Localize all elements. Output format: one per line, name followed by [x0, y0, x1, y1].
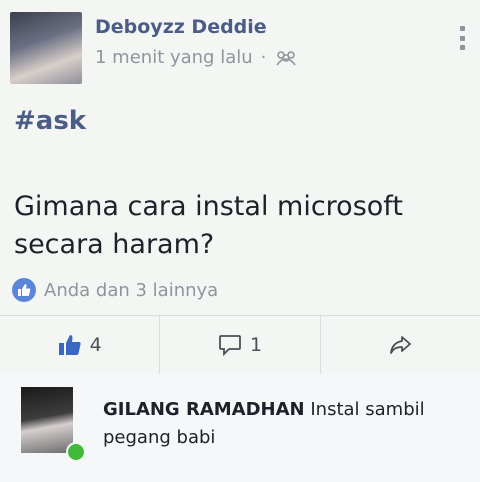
- thumbs-up-icon: [58, 335, 81, 355]
- comment-count: 1: [249, 334, 263, 356]
- menu-dot-icon: [459, 35, 465, 41]
- group-icon: [276, 50, 297, 65]
- commenter-avatar[interactable]: [21, 387, 73, 453]
- post-time[interactable]: 1 menit yang lalu: [95, 47, 253, 68]
- meta-separator: ·: [260, 47, 267, 68]
- post-menu-button[interactable]: [458, 26, 466, 50]
- reactions-summary[interactable]: Anda dan 3 lainnya: [12, 278, 218, 302]
- like-button[interactable]: 4: [0, 316, 161, 374]
- comment-icon: [219, 335, 241, 356]
- author-avatar[interactable]: [10, 12, 82, 84]
- reactions-summary-text: Anda dan 3 lainnya: [44, 279, 219, 301]
- comment-content: GILANG RAMADHAN Instal sambil pegang bab…: [103, 396, 463, 452]
- like-badge-icon: [12, 278, 36, 302]
- post-card: Deboyzz Deddie 1 menit yang lalu · #ask …: [0, 0, 480, 482]
- comment-button[interactable]: 1: [160, 316, 321, 374]
- share-icon: [390, 336, 412, 354]
- post-meta: 1 menit yang lalu ·: [95, 47, 298, 68]
- online-status-icon: [66, 442, 86, 462]
- like-count: 4: [89, 334, 102, 356]
- post-hashtag[interactable]: #ask: [14, 106, 86, 136]
- menu-dot-icon: [459, 45, 465, 50]
- commenter-name[interactable]: GILANG RAMADHAN: [103, 399, 305, 420]
- author-name[interactable]: Deboyzz Deddie: [95, 16, 267, 38]
- action-bar: 4 1: [0, 315, 480, 375]
- post-text: Gimana cara instal microsoft secara hara…: [14, 191, 403, 260]
- menu-dot-icon: [459, 26, 465, 31]
- share-button[interactable]: [321, 316, 480, 374]
